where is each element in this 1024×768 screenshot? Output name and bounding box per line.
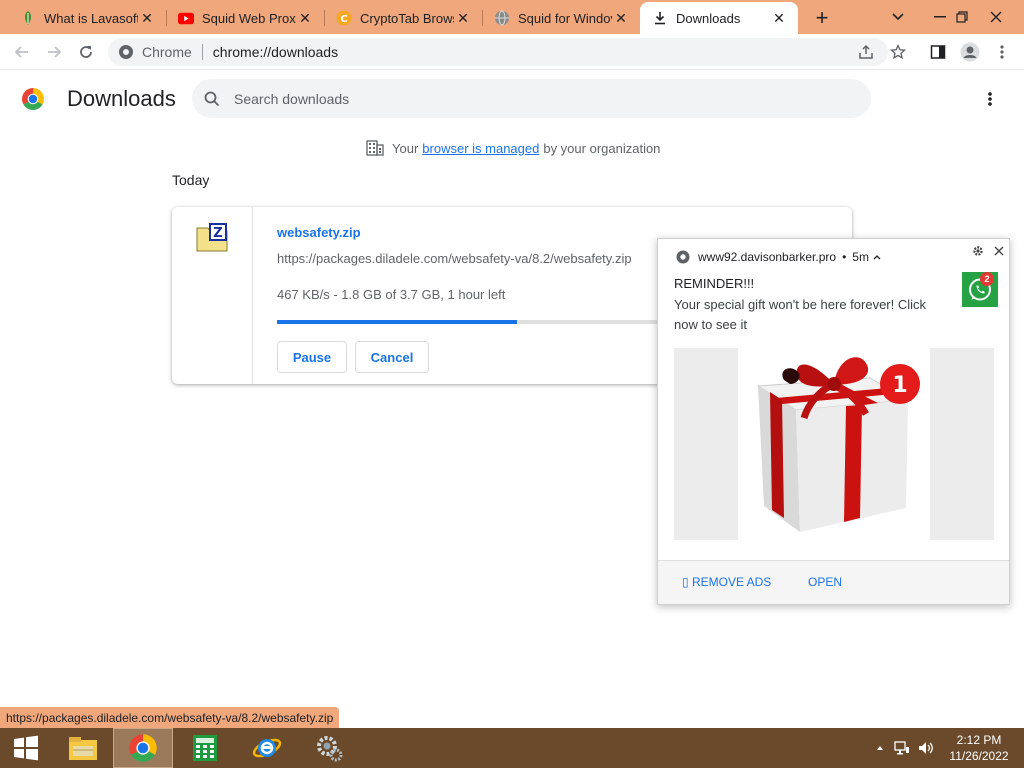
- tab-title: Downloads: [676, 10, 741, 26]
- download-status: 467 KB/s - 1.8 GB of 3.7 GB, 1 hour left: [277, 287, 506, 302]
- chevron-up-icon[interactable]: [873, 254, 881, 260]
- close-tab-icon[interactable]: ✕: [296, 9, 314, 27]
- open-button[interactable]: OPEN: [808, 575, 842, 589]
- show-hidden-icons-icon[interactable]: [876, 745, 884, 751]
- network-icon[interactable]: [894, 741, 910, 755]
- lavasoft-favicon-icon: [20, 10, 36, 26]
- chrome-taskbar-icon[interactable]: [113, 728, 173, 768]
- web-push-notification[interactable]: www92.davisonbarker.pro • 5m REMINDER!!!…: [657, 238, 1010, 605]
- url-text[interactable]: chrome://downloads: [213, 44, 338, 60]
- managed-notice: Your browser is managed by your organiza…: [366, 140, 660, 156]
- system-clock[interactable]: 2:12 PM 11/26/2022: [944, 732, 1014, 764]
- file-explorer-icon[interactable]: [53, 728, 113, 768]
- close-window-icon[interactable]: [976, 0, 1016, 34]
- browser-managed-link[interactable]: browser is managed: [422, 141, 539, 156]
- notification-header: www92.davisonbarker.pro • 5m: [676, 250, 881, 264]
- close-tab-icon[interactable]: ✕: [454, 9, 472, 27]
- managed-suffix: by your organization: [543, 140, 661, 156]
- building-icon: [366, 140, 384, 156]
- notification-body: Your special gift won't be here forever!…: [674, 297, 927, 332]
- tab-downloads[interactable]: Downloads ✕: [640, 2, 798, 34]
- page-title: Downloads: [67, 86, 176, 111]
- search-icon: [204, 91, 220, 107]
- tab-squid-web-proxy[interactable]: Squid Web Proxy ✕: [166, 2, 324, 34]
- close-notification-icon[interactable]: [991, 243, 1007, 259]
- tab-title: Squid for Windov: [518, 10, 612, 26]
- download-progress-fill: [277, 320, 517, 324]
- close-tab-icon[interactable]: ✕: [138, 9, 156, 27]
- control-panel-gear-icon[interactable]: [299, 728, 359, 768]
- date-heading: Today: [172, 172, 210, 188]
- gear-icon[interactable]: [972, 245, 986, 259]
- image-pad-right: [930, 348, 994, 540]
- file-icon-column: Z: [172, 207, 253, 384]
- notification-bullet: •: [842, 250, 847, 264]
- whatsapp-badge: 2: [980, 272, 994, 286]
- tab-lavasoft[interactable]: What is Lavasoft ✕: [8, 2, 166, 34]
- notification-age: 5m: [852, 250, 869, 264]
- svg-text:C: C: [340, 14, 347, 25]
- clock-date: 11/26/2022: [949, 749, 1009, 763]
- windows-taskbar: 2:12 PM 11/26/2022: [0, 728, 1024, 768]
- tab-search-icon[interactable]: [878, 0, 918, 34]
- tab-squid-for-windows[interactable]: Squid for Windov ✕: [482, 2, 640, 34]
- calculator-icon[interactable]: [175, 728, 235, 768]
- downloads-menu-icon[interactable]: [980, 88, 1000, 110]
- chrome-logo-icon: [21, 87, 45, 111]
- internet-explorer-icon[interactable]: [237, 728, 297, 768]
- profile-avatar-icon[interactable]: [958, 40, 982, 64]
- browser-menu-icon[interactable]: [990, 40, 1014, 64]
- link-status-bubble: https://packages.diladele.com/websafety-…: [0, 707, 340, 728]
- clock-time: 2:12 PM: [956, 733, 1002, 747]
- cancel-button[interactable]: Cancel: [355, 341, 429, 373]
- browser-toolbar: Chrome chrome://downloads: [0, 34, 1024, 70]
- image-pad-left: [674, 348, 738, 540]
- close-tab-icon[interactable]: ✕: [612, 9, 630, 27]
- download-filename-link[interactable]: websafety.zip: [277, 225, 361, 240]
- notification-title: REMINDER!!!: [674, 276, 755, 291]
- gift-box-image: 1: [674, 348, 995, 540]
- tab-title: What is Lavasoft: [44, 10, 138, 26]
- youtube-favicon-icon: [178, 10, 194, 26]
- notification-origin: www92.davisonbarker.pro: [698, 250, 837, 264]
- zip-file-icon: Z: [196, 223, 230, 253]
- pause-button[interactable]: Pause: [277, 341, 347, 373]
- forward-arrow-icon[interactable]: [42, 40, 66, 64]
- windows-start-icon[interactable]: [0, 728, 52, 768]
- search-input[interactable]: [234, 90, 834, 107]
- tab-cryptotab[interactable]: C CryptoTab Brows ✕: [324, 2, 482, 34]
- globe-favicon-icon: [494, 10, 510, 26]
- chrome-small-icon: [676, 250, 690, 264]
- chip-divider: [201, 44, 203, 60]
- new-tab-button[interactable]: +: [810, 5, 834, 30]
- chrome-logo-icon: [118, 44, 134, 60]
- gift-box-icon: 1: [756, 357, 920, 532]
- volume-icon[interactable]: [918, 741, 934, 755]
- cryptotab-favicon-icon: C: [336, 10, 352, 26]
- managed-prefix: Your: [392, 140, 419, 156]
- close-tab-icon[interactable]: ✕: [770, 9, 788, 27]
- tab-title: CryptoTab Brows: [360, 10, 454, 26]
- bookmark-star-icon[interactable]: [886, 40, 910, 64]
- download-favicon-icon: [652, 10, 668, 26]
- reload-icon[interactable]: [74, 40, 98, 64]
- download-source-url[interactable]: https://packages.diladele.com/websafety-…: [277, 251, 632, 266]
- tab-strip: What is Lavasoft ✕ Squid Web Proxy ✕ C C…: [0, 0, 1024, 34]
- share-icon[interactable]: [854, 40, 878, 64]
- back-arrow-icon[interactable]: [10, 40, 34, 64]
- side-panel-icon[interactable]: [926, 40, 950, 64]
- search-downloads-box[interactable]: [192, 79, 871, 118]
- system-tray: [876, 728, 934, 768]
- svg-text:Z: Z: [213, 226, 222, 241]
- address-bar[interactable]: Chrome chrome://downloads: [108, 38, 888, 66]
- tab-title: Squid Web Proxy: [202, 10, 296, 26]
- notification-footer: ▯ REMOVE ADS OPEN: [658, 560, 1009, 604]
- gift-badge-number: 1: [892, 373, 907, 398]
- remove-ads-button[interactable]: ▯ REMOVE ADS: [682, 575, 771, 589]
- site-chip: Chrome: [142, 44, 192, 60]
